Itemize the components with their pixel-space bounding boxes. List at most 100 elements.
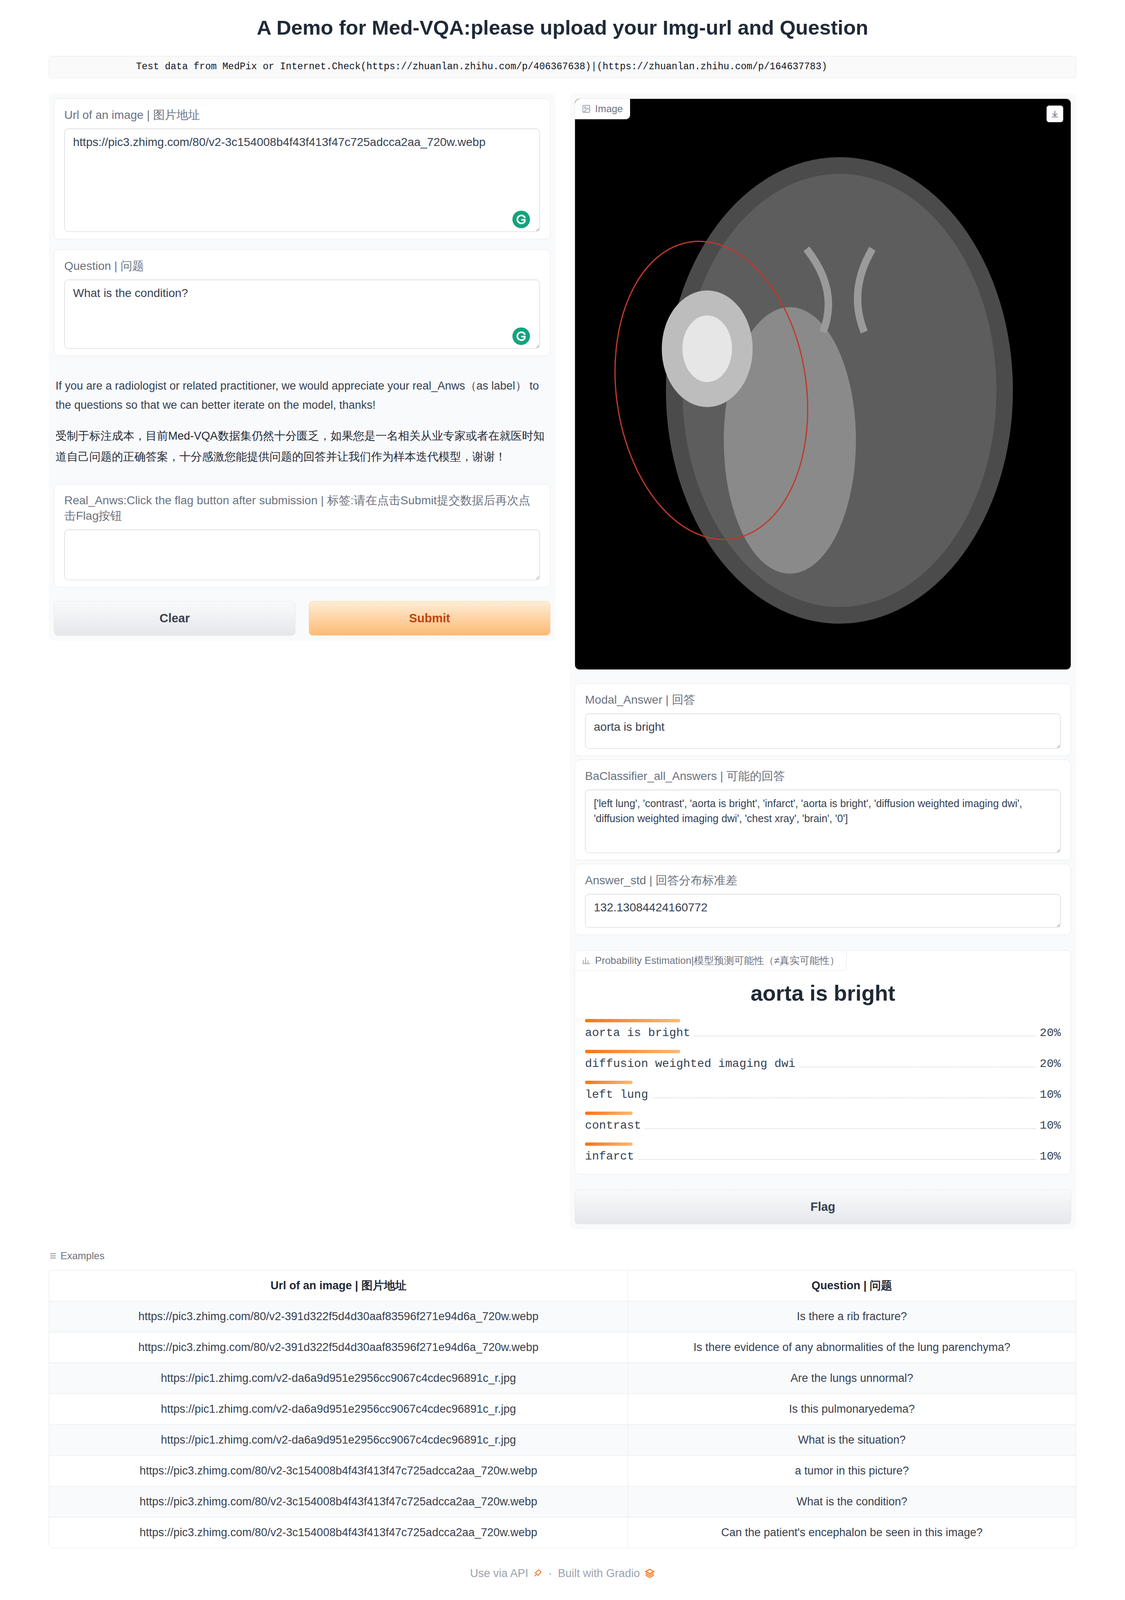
examples-label: Examples xyxy=(48,1248,1077,1264)
probability-reading: 10% xyxy=(1039,1087,1061,1103)
url-field: Url of an image | 图片地址 https://pic3.zhimg… xyxy=(53,98,551,240)
table-row[interactable]: https://pic3.zhimg.com/80/v2-391d322f5d4… xyxy=(49,1301,1076,1333)
download-button[interactable] xyxy=(1046,105,1064,123)
column-header: Url of an image | 图片地址 xyxy=(49,1271,629,1302)
table-cell: https://pic1.zhimg.com/v2-da6a9d951e2956… xyxy=(49,1394,629,1426)
flag-button[interactable]: Flag xyxy=(574,1190,1072,1225)
footer-separator: · xyxy=(548,1565,553,1583)
table-cell: What is the situation? xyxy=(628,1425,1076,1456)
probability-label: aorta is bright xyxy=(585,1026,691,1042)
table-row[interactable]: https://pic1.zhimg.com/v2-da6a9d951e2956… xyxy=(49,1425,1076,1456)
field-label: Url of an image | 图片地址 xyxy=(64,107,540,123)
table-cell: Is this pulmonaryedema? xyxy=(628,1394,1076,1426)
table-cell: https://pic1.zhimg.com/v2-da6a9d951e2956… xyxy=(49,1425,629,1456)
image-output: Image xyxy=(574,98,1072,671)
table-cell: https://pic3.zhimg.com/80/v2-391d322f5d4… xyxy=(49,1301,629,1333)
probability-reading: 10% xyxy=(1039,1118,1061,1134)
rocket-icon xyxy=(532,1568,543,1580)
probability-bar xyxy=(585,1081,633,1085)
top-answer: aorta is bright xyxy=(585,980,1061,1007)
download-icon xyxy=(1050,109,1060,119)
probability-row[interactable]: diffusion weighted imaging dwi 20% xyxy=(585,1050,1061,1073)
field-label: Answer_std | 回答分布标准差 xyxy=(585,872,1061,889)
table-cell: Are the lungs unnormal? xyxy=(628,1363,1076,1395)
table-cell: Is there evidence of any abnormalities o… xyxy=(628,1332,1076,1364)
probability-label: contrast xyxy=(585,1118,641,1134)
probability-row[interactable]: contrast 10% xyxy=(585,1112,1061,1134)
button-row: Clear Submit xyxy=(53,601,551,636)
text-field[interactable] xyxy=(64,529,540,581)
field-label: Modal_Answer | 回答 xyxy=(585,692,1061,708)
page: A Demo for Med-VQA:please upload your Im… xyxy=(0,0,1125,1600)
text-field[interactable]: aorta is bright xyxy=(585,713,1061,750)
output-fields: Modal_Answer | 回答 aorta is bright BaClassi… xyxy=(574,683,1072,936)
text-field[interactable]: 132.13084424160772 xyxy=(585,894,1061,929)
list-icon xyxy=(48,1252,58,1261)
image-label: Image xyxy=(575,98,631,120)
column-header: Question | 问题 xyxy=(628,1271,1076,1302)
probability-label: Probability Estimation|模型预测可能性（≠真实可能性） xyxy=(575,950,847,972)
banner: Test data from MedPix or Internet.Check(… xyxy=(48,55,1077,79)
text-field[interactable]: What is the condition? xyxy=(64,279,540,349)
probability-bar xyxy=(585,1112,633,1116)
table-cell: https://pic3.zhimg.com/80/v2-3c154008b4f… xyxy=(49,1518,629,1549)
probability-row[interactable]: left lung 10% xyxy=(585,1081,1061,1103)
main-row: Url of an image | 图片地址 https://pic3.zhimg… xyxy=(48,93,1077,1230)
table-row[interactable]: https://pic1.zhimg.com/v2-da6a9d951e2956… xyxy=(49,1394,1076,1426)
probability-label: infarct xyxy=(585,1149,635,1165)
real-answer-field: Real_Anws:Click the flag button after su… xyxy=(53,484,551,588)
table-cell: Is there a rib fracture? xyxy=(628,1301,1076,1333)
clear-button[interactable]: Clear xyxy=(53,601,296,636)
all-answers-field: BaClassifier_all_Answers | 可能的回答 ['left l… xyxy=(574,759,1072,861)
table-row[interactable]: https://pic3.zhimg.com/80/v2-3c154008b4f… xyxy=(49,1517,1076,1549)
table-header: Url of an image | 图片地址Question | 问题 xyxy=(49,1271,1076,1302)
probability-reading: 10% xyxy=(1039,1149,1061,1165)
field-label: Real_Anws:Click the flag button after su… xyxy=(64,492,540,524)
output-panel: Image Modal_Answer | 回答 aorta is bright BaC… xyxy=(569,93,1077,1230)
probability-bar xyxy=(585,1050,681,1054)
table-cell: https://pic1.zhimg.com/v2-da6a9d951e2956… xyxy=(49,1363,629,1395)
gradio-logo-icon xyxy=(644,1568,656,1580)
page-title: A Demo for Med-VQA:please upload your Im… xyxy=(48,15,1077,41)
submit-button[interactable]: Submit xyxy=(308,601,551,636)
probability-list: aorta is bright20%diffusion weighted ima… xyxy=(585,1019,1061,1165)
question-field: Question | 问题 What is the condition? xyxy=(53,249,551,357)
probability-row[interactable]: infarct 10% xyxy=(585,1142,1061,1165)
answer-std-field: Answer_std | 回答分布标准差 132.13084424160772 xyxy=(574,864,1072,936)
examples-table: Url of an image | 图片地址Question | 问题https… xyxy=(48,1270,1077,1549)
text-field[interactable]: https://pic3.zhimg.com/80/v2-3c154008b4f… xyxy=(64,128,540,233)
table-cell: https://pic3.zhimg.com/80/v2-3c154008b4f… xyxy=(49,1456,629,1487)
note-english: If you are a radiologist or related prac… xyxy=(53,376,551,415)
modal-answer-field: Modal_Answer | 回答 aorta is bright xyxy=(574,683,1072,757)
table-cell: https://pic3.zhimg.com/80/v2-391d322f5d4… xyxy=(49,1332,629,1364)
probability-reading: 20% xyxy=(1039,1026,1061,1042)
table-row[interactable]: https://pic3.zhimg.com/80/v2-391d322f5d4… xyxy=(49,1332,1076,1364)
table-cell: What is the condition? xyxy=(628,1487,1076,1518)
field-label: BaClassifier_all_Answers | 可能的回答 xyxy=(585,768,1061,785)
field-label: Question | 问题 xyxy=(64,258,540,274)
table-row[interactable]: https://pic1.zhimg.com/v2-da6a9d951e2956… xyxy=(49,1363,1076,1395)
input-panel: Url of an image | 图片地址 https://pic3.zhimg… xyxy=(48,93,556,641)
text-field[interactable]: ['left lung', 'contrast', 'aorta is brig… xyxy=(585,789,1061,854)
brain-scan-image xyxy=(575,98,1071,670)
probability-row[interactable]: aorta is bright 20% xyxy=(585,1019,1061,1042)
probability-label: diffusion weighted imaging dwi xyxy=(585,1056,796,1073)
footer: Use via API ·Built with Gradio xyxy=(48,1565,1077,1583)
probability-reading: 20% xyxy=(1039,1056,1061,1073)
table-row[interactable]: https://pic3.zhimg.com/80/v2-3c154008b4f… xyxy=(49,1455,1076,1487)
table-cell: https://pic3.zhimg.com/80/v2-3c154008b4f… xyxy=(49,1487,629,1518)
probability-bar xyxy=(585,1019,681,1023)
gradio-link[interactable]: Built with Gradio xyxy=(557,1565,656,1583)
probability-bar xyxy=(585,1142,633,1147)
probability-label: left lung xyxy=(585,1087,649,1103)
table-cell: Can the patient's encephalon be seen in … xyxy=(628,1518,1076,1549)
grammarly-icon[interactable] xyxy=(511,326,531,346)
probability-card: Probability Estimation|模型预测可能性（≠真实可能性） ao… xyxy=(574,950,1072,1176)
grammarly-icon[interactable] xyxy=(511,209,531,230)
table-row[interactable]: https://pic3.zhimg.com/80/v2-3c154008b4f… xyxy=(49,1486,1076,1518)
image-icon xyxy=(581,104,591,114)
examples-section: Examples Url of an image | 图片地址Question |… xyxy=(48,1248,1077,1549)
api-link[interactable]: Use via API xyxy=(469,1565,543,1583)
table-cell: a tumor in this picture? xyxy=(628,1456,1076,1487)
chart-icon xyxy=(581,956,591,966)
